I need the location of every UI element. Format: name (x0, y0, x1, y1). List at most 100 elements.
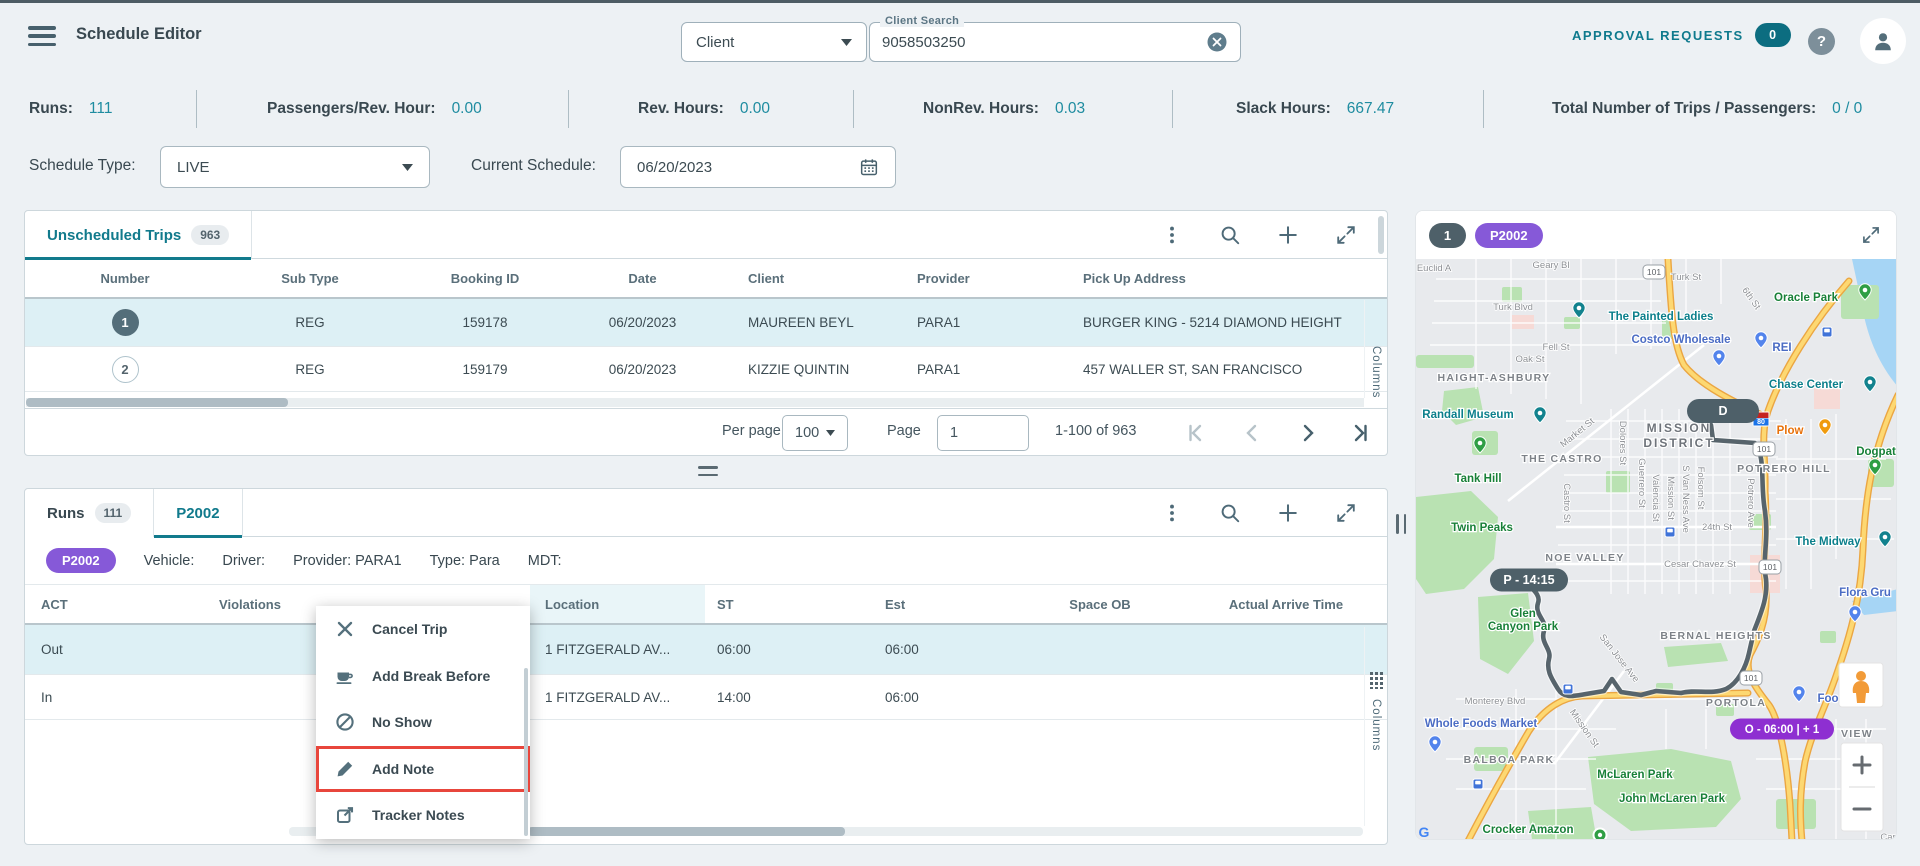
table-cell: 159179 (462, 361, 508, 377)
approval-requests-button[interactable]: APPROVAL REQUESTS 0 (1572, 23, 1791, 47)
chevron-down-icon (826, 430, 835, 436)
map-header: 1 P2002 (1416, 211, 1896, 259)
horizontal-scrollbar[interactable] (26, 398, 1364, 407)
map-stop-marker[interactable]: O - 06:00 | + 1 (1730, 718, 1834, 740)
map-label: PORTOLA (1706, 697, 1766, 709)
schedule-type-value: LIVE (177, 158, 210, 176)
tab-runs[interactable]: Runs 111 (25, 489, 155, 537)
menu-item-label: Tracker Notes (372, 807, 465, 824)
scrollbar-thumb[interactable] (26, 398, 288, 407)
user-avatar[interactable] (1860, 18, 1906, 64)
schedule-type-label: Schedule Type: (29, 157, 136, 174)
unscheduled-tab-row: Unscheduled Trips 963 (25, 211, 1387, 260)
column-header[interactable]: Client (710, 259, 875, 297)
schedule-type-select[interactable]: LIVE (160, 146, 430, 188)
menu-item-label: Add Break Before (372, 667, 491, 684)
column-header[interactable]: Booking ID (395, 259, 575, 297)
column-header[interactable]: Sub Type (225, 259, 395, 297)
first-page-icon[interactable] (1186, 422, 1208, 444)
search-icon[interactable] (1219, 502, 1241, 524)
map-label: Cesar Chavez St (1664, 559, 1736, 570)
per-page-select[interactable]: 100 (782, 415, 848, 451)
runs-tab-row: Runs 111 P2002 (25, 489, 1387, 538)
expand-icon[interactable] (1335, 502, 1357, 524)
column-header[interactable]: Violations (165, 585, 335, 623)
column-header[interactable]: Pick Up Address (1045, 259, 1387, 297)
search-icon[interactable] (1219, 224, 1241, 246)
menu-item-add-note[interactable]: Add Note (316, 746, 530, 793)
client-type-select[interactable]: Client (681, 22, 867, 62)
expand-icon[interactable] (1335, 224, 1357, 246)
person-icon (1875, 33, 1891, 51)
cancel-trip-icon (337, 622, 353, 637)
current-schedule-datepicker[interactable]: 06/20/2023 (620, 146, 896, 188)
map-label: Flora Gru (1839, 587, 1891, 599)
help-icon[interactable]: ? (1808, 28, 1835, 55)
client-search-field[interactable]: Client Search 9058503250 (869, 15, 1241, 62)
column-header[interactable]: Space OB (1015, 585, 1185, 623)
column-header[interactable]: ACT (25, 585, 165, 623)
clear-search-icon[interactable] (1206, 31, 1228, 53)
columns-strip[interactable]: Columns (1364, 627, 1387, 826)
drag-grip-icon[interactable] (1369, 672, 1383, 689)
approval-requests-label: APPROVAL REQUESTS (1572, 27, 1744, 43)
column-header[interactable]: Est (815, 585, 1015, 623)
vertical-resize-handle[interactable] (1396, 514, 1406, 534)
columns-strip[interactable]: Columns (1364, 300, 1387, 398)
highway-shield: 101 (1642, 264, 1666, 280)
map-zoom-control (1840, 742, 1884, 832)
schedule-controls: Schedule Type: LIVE Current Schedule: 06… (0, 146, 1920, 188)
map-stop-marker[interactable]: P - 14:15 (1490, 568, 1568, 592)
map-label: Dogpat (1856, 446, 1896, 458)
unscheduled-count-badge: 963 (191, 225, 230, 245)
street-view-pegman[interactable] (1838, 662, 1884, 708)
map-label: MISSION (1647, 421, 1712, 435)
menu-item-no-show[interactable]: No Show (316, 699, 530, 746)
tab-run-p2002[interactable]: P2002 (154, 489, 243, 538)
last-page-icon[interactable] (1348, 422, 1370, 444)
next-page-icon[interactable] (1297, 422, 1319, 444)
menu-icon[interactable] (28, 26, 56, 46)
divider (568, 90, 569, 128)
run-info-row: P2002 Vehicle: Driver: Provider: PARA1 T… (25, 537, 1387, 585)
scrollbar-thumb[interactable] (528, 827, 845, 836)
table-row[interactable]: 2 REG 159179 06/20/2023 KIZZIE QUINTIN P… (25, 347, 1387, 392)
panel-toolbar (1161, 489, 1357, 537)
menu-item-cancel-trip[interactable]: Cancel Trip (316, 606, 530, 653)
expand-icon[interactable] (1861, 225, 1881, 245)
table-cell: 06/20/2023 (608, 361, 677, 377)
add-icon[interactable] (1277, 224, 1299, 246)
tab-unscheduled-trips[interactable]: Unscheduled Trips 963 (25, 211, 253, 260)
map-label: Geary Bl (1533, 260, 1570, 271)
column-header[interactable]: Date (575, 259, 710, 297)
column-header[interactable]: Actual Arrive Time (1185, 585, 1387, 623)
menu-scrollbar[interactable] (524, 668, 528, 836)
menu-item-label: No Show (372, 714, 432, 731)
menu-item-label: Cancel Trip (372, 621, 448, 638)
stat-rev-hours: Rev. Hours: 0.00 (638, 100, 771, 117)
column-header[interactable]: Number (25, 259, 225, 297)
add-icon[interactable] (1277, 502, 1299, 524)
horizontal-resize-handle[interactable] (698, 466, 718, 476)
current-schedule-value: 06/20/2023 (637, 158, 713, 176)
column-header[interactable]: Location (530, 585, 705, 623)
menu-item-tracker-notes[interactable]: Tracker Notes (316, 792, 530, 839)
table-cell: BURGER KING - 5214 DIAMOND HEIGHT (1083, 315, 1342, 330)
map-stop-marker[interactable]: D (1687, 399, 1759, 423)
table-row[interactable]: 1 REG 159178 06/20/2023 MAUREEN BEYL PAR… (25, 299, 1387, 347)
table-cell: PARA1 (917, 315, 961, 330)
kebab-menu-icon[interactable] (1161, 224, 1183, 246)
table-row[interactable]: In 1 FITZGERALD AV... 14:00 06:00 (25, 675, 1387, 720)
menu-item-add-break-before[interactable]: Add Break Before (316, 653, 530, 700)
table-cell: 06/20/2023 (608, 315, 677, 330)
table-row[interactable]: Out 1 FITZGERALD AV... 06:00 06:00 (25, 625, 1387, 675)
kebab-menu-icon[interactable] (1161, 502, 1183, 524)
panel-scrollbar[interactable] (1378, 216, 1384, 254)
page-input[interactable]: 1 (937, 415, 1029, 451)
previous-page-icon[interactable] (1241, 422, 1263, 444)
column-header[interactable]: ST (705, 585, 815, 623)
top-bar: Schedule Editor Client Client Search 905… (0, 0, 1920, 64)
map-label: Crocker Amazon (1483, 824, 1574, 836)
map-canvas[interactable]: Euclid A Geary BlTurk StTurk BlvdFell StO… (1416, 259, 1897, 840)
column-header[interactable]: Provider (875, 259, 1045, 297)
